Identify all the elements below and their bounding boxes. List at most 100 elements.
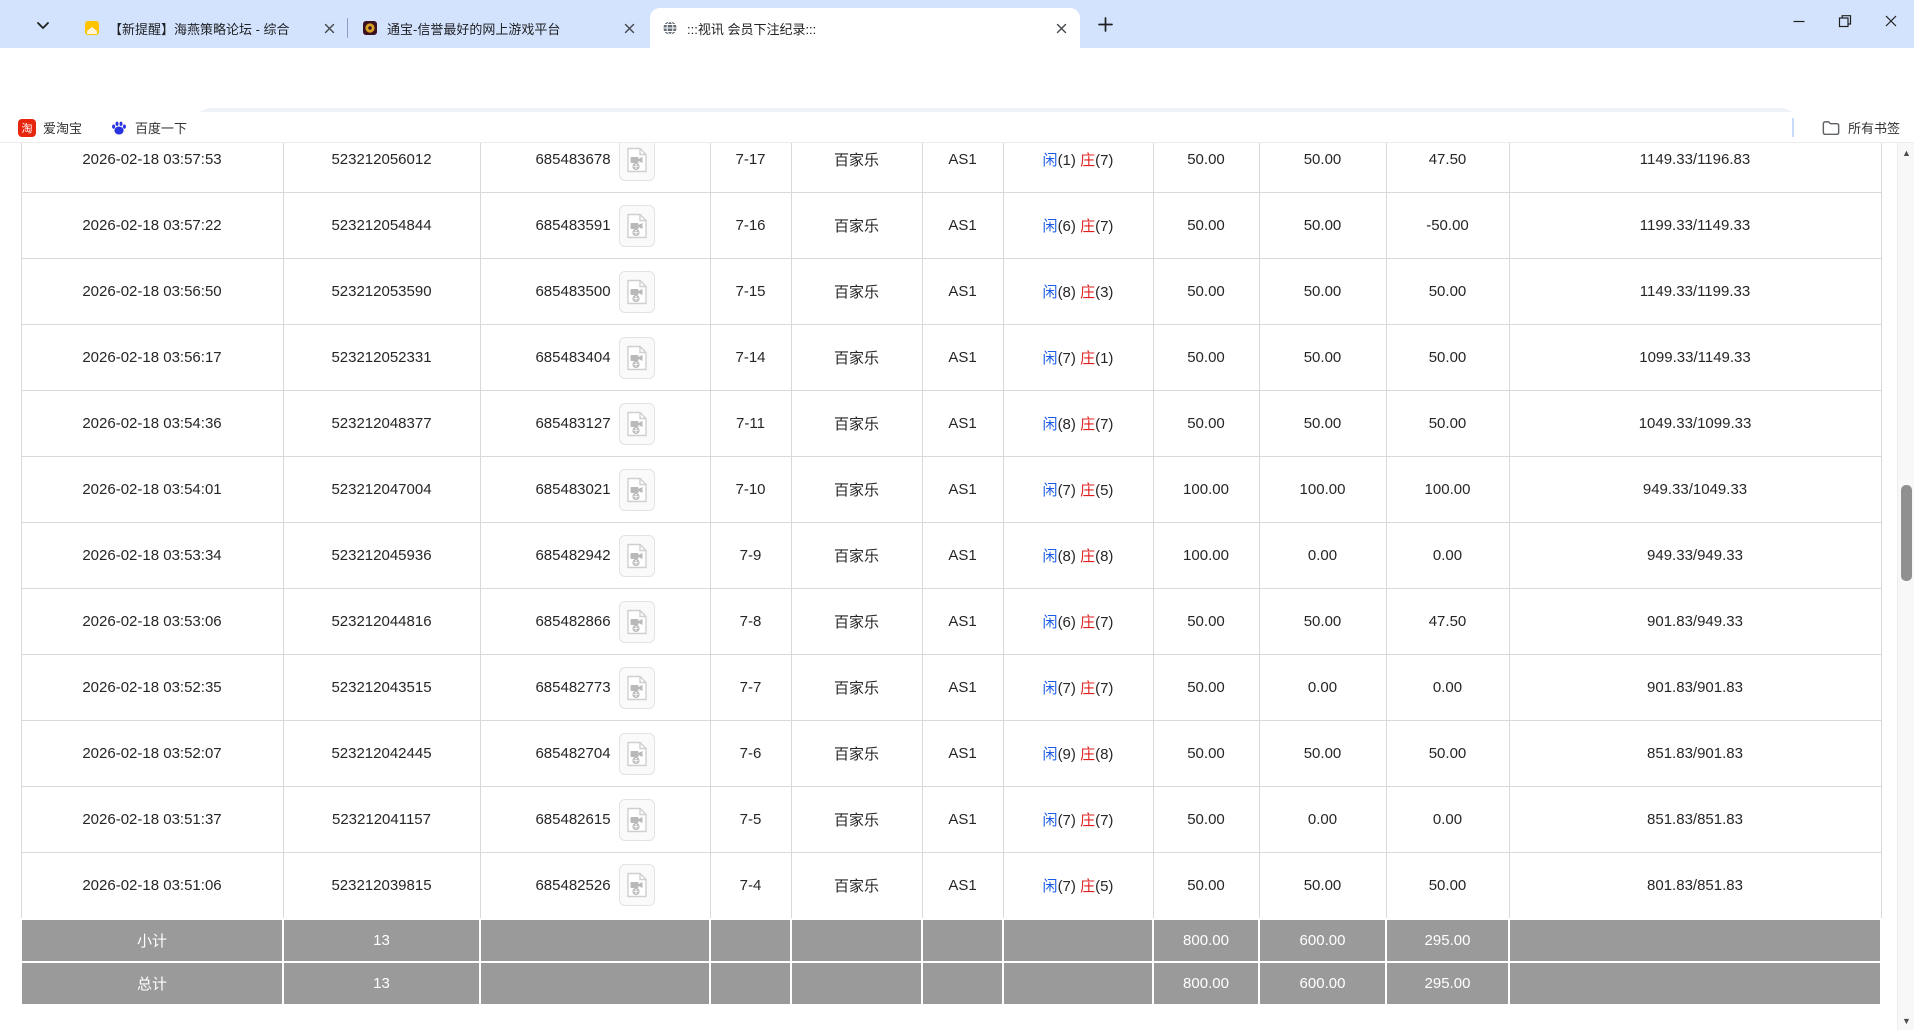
cell-game-id: 685483678 — [480, 143, 710, 193]
cell-bet-id: 523212044816 — [283, 589, 480, 655]
cell-balance: 901.83/901.83 — [1509, 655, 1881, 721]
summary-empty-cell — [710, 962, 791, 1005]
summary-label: 总计 — [21, 962, 283, 1005]
cell-bet-id: 523212041157 — [283, 787, 480, 853]
cell-win-loss: 0.00 — [1386, 523, 1509, 589]
cell-bet-id: 523212048377 — [283, 391, 480, 457]
cell-table-no: 7-14 — [710, 325, 791, 391]
summary-count: 13 — [283, 919, 480, 962]
cell-table-no: 7-7 — [710, 655, 791, 721]
cell-game-id: 685482704 — [480, 721, 710, 787]
cell-game-type: 百家乐 — [791, 721, 922, 787]
cell-bet-time: 2026-02-18 03:57:53 — [21, 143, 283, 193]
cell-game-id: 685482866 — [480, 589, 710, 655]
forum-yellow-favicon-icon — [84, 20, 100, 36]
tab-close-icon[interactable] — [620, 19, 638, 37]
cell-valid-amount: 50.00 — [1259, 721, 1386, 787]
cell-win-loss: 50.00 — [1386, 853, 1509, 919]
bookmark-item-1[interactable]: 淘爱淘宝 — [12, 115, 88, 140]
coin-dark-favicon-icon — [362, 20, 378, 36]
cell-bet-amount: 50.00 — [1153, 259, 1259, 325]
summary-count: 13 — [283, 962, 480, 1005]
browser-tab-3-active[interactable]: :::视讯 会员下注纪录::: — [650, 8, 1080, 48]
cell-balance: 901.83/949.33 — [1509, 589, 1881, 655]
player-label: 闲 — [1043, 746, 1058, 763]
video-record-icon[interactable] — [619, 337, 655, 379]
page-scrollbar[interactable]: ▲ ▼ — [1897, 143, 1914, 1030]
cell-bet-id: 523212052331 — [283, 325, 480, 391]
cell-bet-time: 2026-02-18 03:52:07 — [21, 721, 283, 787]
cell-win-loss: 100.00 — [1386, 457, 1509, 523]
player-label: 闲 — [1043, 284, 1058, 301]
banker-label: 庄 — [1080, 218, 1095, 235]
video-record-icon[interactable] — [619, 667, 655, 709]
cell-balance: 1199.33/1149.33 — [1509, 193, 1881, 259]
banker-score: (7) — [1095, 152, 1113, 169]
table-row: 2026-02-18 03:57:53523212056012685483678… — [21, 143, 1881, 193]
cell-game-id: 685482773 — [480, 655, 710, 721]
bookmark-label: 爱淘宝 — [43, 118, 82, 137]
tab-close-icon[interactable] — [320, 19, 338, 37]
restore-button[interactable] — [1822, 0, 1868, 42]
video-record-icon[interactable] — [619, 864, 655, 906]
cell-balance: 1149.33/1199.33 — [1509, 259, 1881, 325]
cell-balance: 1049.33/1099.33 — [1509, 391, 1881, 457]
player-label: 闲 — [1043, 614, 1058, 631]
cell-bet-amount: 50.00 — [1153, 589, 1259, 655]
cell-win-loss: 50.00 — [1386, 391, 1509, 457]
video-record-icon[interactable] — [619, 469, 655, 511]
game-id-text: 685483591 — [535, 217, 610, 234]
summary-empty-cell — [1003, 962, 1153, 1005]
cell-game-id: 685482942 — [480, 523, 710, 589]
summary-bet-total: 800.00 — [1153, 919, 1259, 962]
page-content: 2026-02-18 03:57:53523212056012685483678… — [0, 143, 1914, 1030]
banker-score: (7) — [1095, 218, 1113, 235]
scroll-down-icon[interactable]: ▼ — [1898, 1013, 1914, 1030]
banker-label: 庄 — [1080, 614, 1095, 631]
video-record-icon[interactable] — [619, 799, 655, 841]
summary-winloss-total: 295.00 — [1386, 962, 1509, 1005]
cell-account: AS1 — [922, 523, 1003, 589]
video-record-icon[interactable] — [619, 733, 655, 775]
new-tab-button[interactable] — [1092, 11, 1119, 38]
cell-game-type: 百家乐 — [791, 589, 922, 655]
taobao-icon: 淘 — [18, 119, 36, 137]
video-record-icon[interactable] — [619, 403, 655, 445]
cell-game-id: 685483591 — [480, 193, 710, 259]
close-window-button[interactable] — [1868, 0, 1914, 42]
banker-label: 庄 — [1080, 680, 1095, 697]
video-record-icon[interactable] — [619, 205, 655, 247]
video-record-icon[interactable] — [619, 143, 655, 181]
game-id-text: 685482942 — [535, 547, 610, 564]
scrollbar-thumb[interactable] — [1901, 485, 1912, 581]
tab-close-icon[interactable] — [1052, 19, 1070, 37]
cell-win-loss: -50.00 — [1386, 193, 1509, 259]
browser-tab-2[interactable]: 通宝-信誉最好的网上游戏平台 — [350, 8, 648, 48]
cell-game-id: 685482615 — [480, 787, 710, 853]
table-row: 2026-02-18 03:52:35523212043515685482773… — [21, 655, 1881, 721]
summary-empty-cell — [791, 919, 922, 962]
minimize-button[interactable] — [1776, 0, 1822, 42]
cell-bet-id: 523212043515 — [283, 655, 480, 721]
cell-bet-time: 2026-02-18 03:52:35 — [21, 655, 283, 721]
cell-bet-amount: 50.00 — [1153, 787, 1259, 853]
summary-empty-cell — [1509, 962, 1881, 1005]
scroll-up-icon[interactable]: ▲ — [1898, 145, 1914, 162]
table-row: 2026-02-18 03:53:34523212045936685482942… — [21, 523, 1881, 589]
video-record-icon[interactable] — [619, 271, 655, 313]
game-id-text: 685482866 — [535, 613, 610, 630]
tab-search-chevron-icon[interactable] — [30, 12, 56, 38]
player-score: (7) — [1058, 812, 1076, 829]
video-record-icon[interactable] — [619, 535, 655, 577]
cell-account: AS1 — [922, 143, 1003, 193]
cell-bet-time: 2026-02-18 03:53:06 — [21, 589, 283, 655]
cell-game-id: 685483404 — [480, 325, 710, 391]
cell-balance: 949.33/949.33 — [1509, 523, 1881, 589]
cell-result: 闲(7) 庄(5) — [1003, 853, 1153, 919]
video-record-icon[interactable] — [619, 601, 655, 643]
summary-empty-cell — [1509, 919, 1881, 962]
all-bookmarks-button[interactable]: 所有书签 — [1816, 115, 1906, 140]
bookmark-item-2[interactable]: 百度一下 — [104, 115, 193, 140]
banker-label: 庄 — [1080, 878, 1095, 895]
browser-tab-1[interactable]: 【新提醒】海燕策略论坛 - 综合 — [72, 8, 348, 48]
